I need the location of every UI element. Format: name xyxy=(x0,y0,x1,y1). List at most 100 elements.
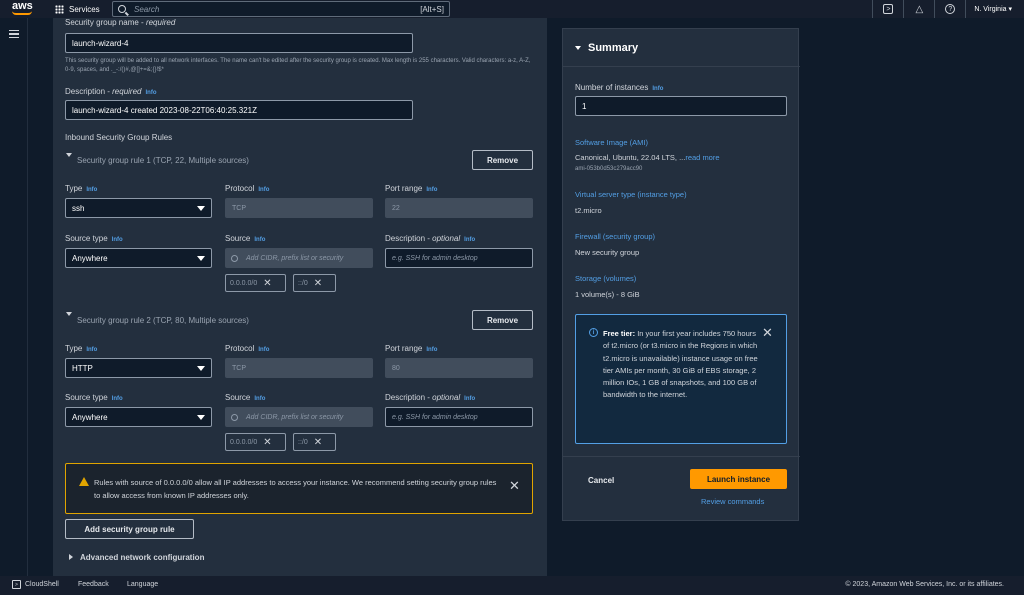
rule-2-description-input[interactable]: e.g. SSH for admin desktop xyxy=(385,407,533,427)
security-group-name-input[interactable]: launch-wizard-4 xyxy=(65,33,413,53)
copyright-text: © 2023, Amazon Web Services, Inc. or its… xyxy=(845,581,1004,588)
port-range-label: Port range Info xyxy=(385,184,438,193)
divider xyxy=(934,0,936,18)
rule-2-port-input: 80 xyxy=(385,358,533,378)
info-link[interactable]: Info xyxy=(254,396,265,402)
server-type-value: t2.micro xyxy=(575,206,602,215)
cloudshell-link[interactable]: CloudShell xyxy=(25,581,59,588)
info-link[interactable]: Info xyxy=(464,237,475,243)
source-tag: ::/0 ✕ xyxy=(293,433,336,451)
add-security-group-rule-button[interactable]: Add security group rule xyxy=(65,519,194,539)
close-icon[interactable]: ✕ xyxy=(762,326,773,339)
services-label: Services xyxy=(69,4,100,14)
ami-id: ami-053b0d53c279acc90 xyxy=(575,166,643,172)
info-link[interactable]: Info xyxy=(426,187,437,193)
info-link[interactable]: Info xyxy=(258,347,269,353)
rule-1-port-input: 22 xyxy=(385,198,533,218)
firewall-value: New security group xyxy=(575,248,640,257)
services-menu-button[interactable]: Services xyxy=(55,2,100,16)
top-icons: > △ ? N. Virginia ▾ xyxy=(872,0,1024,18)
network-settings-panel: Security group name - required launch-wi… xyxy=(53,18,547,576)
sidebar xyxy=(0,18,28,576)
remove-rule-2-button[interactable]: Remove xyxy=(472,310,533,330)
protocol-label: Protocol Info xyxy=(225,184,270,193)
info-link[interactable]: Info xyxy=(112,396,123,402)
rule-1-type-select[interactable]: ssh xyxy=(65,198,212,218)
launch-instance-button[interactable]: Launch instance xyxy=(690,469,787,489)
source-tag: 0.0.0.0/0 ✕ xyxy=(225,433,286,451)
hamburger-menu-icon[interactable] xyxy=(9,30,19,38)
source-label: Source Info xyxy=(225,393,266,402)
remove-rule-1-button[interactable]: Remove xyxy=(472,150,533,170)
description-label: Description - required Info xyxy=(65,87,157,96)
region-selector[interactable]: N. Virginia ▾ xyxy=(974,5,1012,13)
info-icon: i xyxy=(589,328,598,337)
port-range-label: Port range Info xyxy=(385,344,438,353)
cancel-button[interactable]: Cancel xyxy=(588,476,614,485)
caret-right-icon[interactable] xyxy=(69,554,73,560)
source-tag: 0.0.0.0/0 ✕ xyxy=(225,274,286,292)
read-more-link[interactable]: read more xyxy=(685,153,719,162)
search-input[interactable]: Search [Alt+S] xyxy=(112,1,450,17)
rule-1-description-input[interactable]: e.g. SSH for admin desktop xyxy=(385,248,533,268)
search-icon xyxy=(231,254,238,262)
virtual-server-type-link[interactable]: Virtual server type (instance type) xyxy=(575,190,687,199)
feedback-link[interactable]: Feedback xyxy=(78,581,109,588)
security-group-name-hint: This security group will be added to all… xyxy=(65,58,531,73)
rule-2-source-type-select[interactable]: Anywhere xyxy=(65,407,212,427)
close-icon[interactable]: ✕ xyxy=(263,437,271,448)
caret-down-icon[interactable] xyxy=(575,46,581,50)
software-image-link[interactable]: Software Image (AMI) xyxy=(575,138,648,147)
language-link[interactable]: Language xyxy=(127,581,158,588)
close-icon[interactable]: ✕ xyxy=(314,437,322,448)
caret-down-icon[interactable] xyxy=(66,312,72,316)
divider xyxy=(872,0,874,18)
info-link[interactable]: Info xyxy=(426,347,437,353)
protocol-label: Protocol Info xyxy=(225,344,270,353)
rule-1-protocol-input: TCP xyxy=(225,198,373,218)
storage-value: 1 volume(s) - 8 GiB xyxy=(575,290,640,299)
cloudshell-icon[interactable]: > xyxy=(883,4,894,14)
rule-1-source-type-select[interactable]: Anywhere xyxy=(65,248,212,268)
rule-2-protocol-input: TCP xyxy=(225,358,373,378)
bell-icon[interactable]: △ xyxy=(914,4,924,15)
summary-header[interactable]: Summary xyxy=(563,29,800,67)
summary-panel: Summary Number of instances Info 1 Softwa… xyxy=(562,28,800,521)
cloudshell-icon[interactable]: > xyxy=(12,580,21,589)
review-commands-link[interactable]: Review commands xyxy=(701,497,764,506)
rule-2-source-input[interactable]: Add CIDR, prefix list or security xyxy=(225,407,373,427)
close-icon[interactable]: ✕ xyxy=(509,479,520,492)
help-icon[interactable]: ? xyxy=(945,4,956,14)
info-link[interactable]: Info xyxy=(86,187,97,193)
number-of-instances-label: Number of instances Info xyxy=(575,83,664,92)
advanced-network-configuration-toggle[interactable]: Advanced network configuration xyxy=(80,553,204,562)
rule-1-source-input[interactable]: Add CIDR, prefix list or security xyxy=(225,248,373,268)
search-placeholder: Search xyxy=(134,4,160,14)
warning-alert: Rules with source of 0.0.0.0/0 allow all… xyxy=(65,463,533,514)
info-link[interactable]: Info xyxy=(112,237,123,243)
number-of-instances-input[interactable]: 1 xyxy=(575,96,787,116)
type-label: Type Info xyxy=(65,344,98,353)
inbound-rules-title: Inbound Security Group Rules xyxy=(65,133,173,142)
storage-link[interactable]: Storage (volumes) xyxy=(575,274,636,283)
source-type-label: Source type Info xyxy=(65,393,123,402)
caret-down-icon[interactable] xyxy=(66,153,72,157)
close-icon[interactable]: ✕ xyxy=(314,278,322,289)
close-icon[interactable]: ✕ xyxy=(263,278,271,289)
free-tier-info-alert: i Free tier: In your first year includes… xyxy=(575,314,787,444)
warning-text: Rules with source of 0.0.0.0/0 allow all… xyxy=(94,478,497,500)
rule-2-type-select[interactable]: HTTP xyxy=(65,358,212,378)
free-tier-text: Free tier: In your first year includes 7… xyxy=(603,329,758,400)
info-link[interactable]: Info xyxy=(86,347,97,353)
firewall-link[interactable]: Firewall (security group) xyxy=(575,232,655,241)
info-link[interactable]: Info xyxy=(652,86,663,92)
info-link[interactable]: Info xyxy=(254,237,265,243)
source-type-label: Source type Info xyxy=(65,234,123,243)
info-link[interactable]: Info xyxy=(145,90,156,96)
description-optional-label: Description - optional Info xyxy=(385,234,476,243)
info-link[interactable]: Info xyxy=(258,187,269,193)
divider xyxy=(563,456,800,457)
grid-icon xyxy=(55,4,64,14)
info-link[interactable]: Info xyxy=(464,396,475,402)
description-input[interactable]: launch-wizard-4 created 2023-08-22T06:40… xyxy=(65,100,413,120)
